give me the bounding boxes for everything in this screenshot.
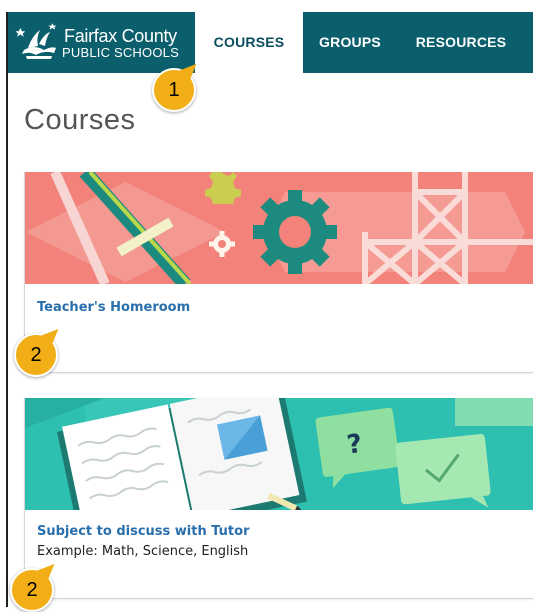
tab-groups[interactable]: GROUPS xyxy=(310,12,390,73)
page-title: Courses xyxy=(24,104,136,136)
course-card-homeroom[interactable]: Teacher's Homeroom xyxy=(24,172,533,373)
callout-badge-2b: 2 xyxy=(10,568,54,612)
course-banner-tutor: ? xyxy=(25,398,533,510)
top-nav: Fairfax County PUBLIC SCHOOLS COURSES GR… xyxy=(8,12,533,73)
course-banner-homeroom xyxy=(25,172,533,284)
tab-courses[interactable]: COURSES xyxy=(195,12,303,73)
course-title-homeroom[interactable]: Teacher's Homeroom xyxy=(37,300,190,315)
course-card-tutor[interactable]: ? Subject to discuss with Tutor Example:… xyxy=(24,398,533,599)
logo-title: Fairfax County xyxy=(64,26,177,46)
logo-subtitle: PUBLIC SCHOOLS xyxy=(62,45,179,60)
fcps-logo[interactable]: Fairfax County PUBLIC SCHOOLS xyxy=(14,20,194,66)
course-description-tutor: Example: Math, Science, English xyxy=(37,544,249,559)
callout-badge-2a: 2 xyxy=(14,333,58,377)
book-chat-illustration-icon: ? xyxy=(25,398,533,510)
frame-border xyxy=(6,0,8,607)
gears-illustration-icon xyxy=(25,172,533,284)
course-title-tutor[interactable]: Subject to discuss with Tutor xyxy=(37,524,250,539)
tab-resources[interactable]: RESOURCES xyxy=(397,12,525,73)
frame-top-margin xyxy=(6,0,533,12)
lamp-logo-icon xyxy=(15,23,57,59)
callout-badge-1: 1 xyxy=(152,68,196,112)
